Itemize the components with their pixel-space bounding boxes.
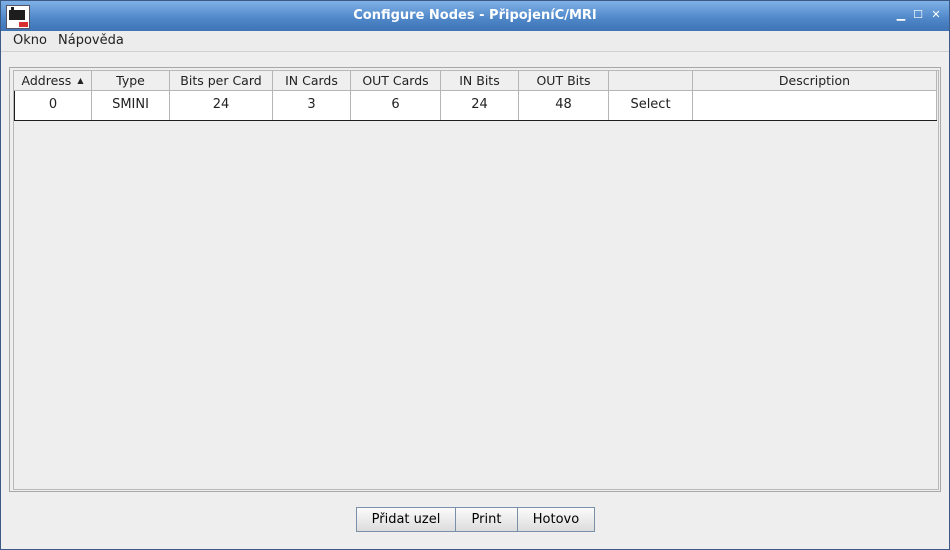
column-header-in-cards[interactable]: IN Cards: [273, 71, 351, 91]
column-header-out-bits[interactable]: OUT Bits: [519, 71, 609, 91]
column-header-type[interactable]: Type: [92, 71, 170, 91]
cell-bits-per-card[interactable]: 24: [170, 91, 273, 120]
print-button[interactable]: Print: [455, 507, 518, 532]
maximize-icon[interactable]: ☐: [911, 8, 925, 22]
menu-okno[interactable]: Okno: [13, 33, 47, 48]
column-header-bits-per-card[interactable]: Bits per Card: [170, 71, 273, 91]
menu-bar: Okno Nápověda: [1, 31, 949, 52]
add-node-button[interactable]: Přidat uzel: [356, 507, 456, 532]
table-row[interactable]: 0 SMINI 24 3 6 24 48 Select: [14, 91, 937, 121]
window-title: Configure Nodes - PřipojeníC/MRI: [353, 8, 597, 23]
done-button[interactable]: Hotovo: [517, 507, 595, 532]
minimize-icon[interactable]: ▁: [894, 8, 908, 22]
cell-in-cards[interactable]: 3: [273, 91, 351, 120]
sort-ascending-icon: ▲: [77, 76, 84, 85]
cell-out-cards[interactable]: 6: [351, 91, 441, 120]
column-header-in-bits[interactable]: IN Bits: [441, 71, 519, 91]
select-button[interactable]: Select: [609, 91, 693, 120]
column-header-address[interactable]: Address ▲: [14, 71, 92, 91]
cell-out-bits[interactable]: 48: [519, 91, 609, 120]
nodes-table: Address ▲ Type Bits per Card IN Cards OUT…: [13, 70, 939, 490]
cell-in-bits[interactable]: 24: [441, 91, 519, 120]
cell-description[interactable]: [693, 91, 937, 120]
nodes-table-scrollpane: Address ▲ Type Bits per Card IN Cards OUT…: [9, 67, 941, 492]
column-header-out-cards[interactable]: OUT Cards: [351, 71, 441, 91]
column-header-description[interactable]: Description: [693, 71, 937, 91]
menu-napoveda[interactable]: Nápověda: [58, 33, 124, 48]
window: Configure Nodes - PřipojeníC/MRI ▁ ☐ ✕ O…: [0, 0, 950, 550]
column-header-action[interactable]: [609, 71, 693, 91]
button-bar: Přidat uzel Print Hotovo: [356, 507, 595, 532]
title-bar[interactable]: Configure Nodes - PřipojeníC/MRI ▁ ☐ ✕: [1, 1, 949, 31]
table-header: Address ▲ Type Bits per Card IN Cards OUT…: [14, 71, 937, 91]
cell-type[interactable]: SMINI: [92, 91, 170, 120]
close-icon[interactable]: ✕: [929, 8, 943, 22]
cell-address[interactable]: 0: [14, 91, 92, 120]
